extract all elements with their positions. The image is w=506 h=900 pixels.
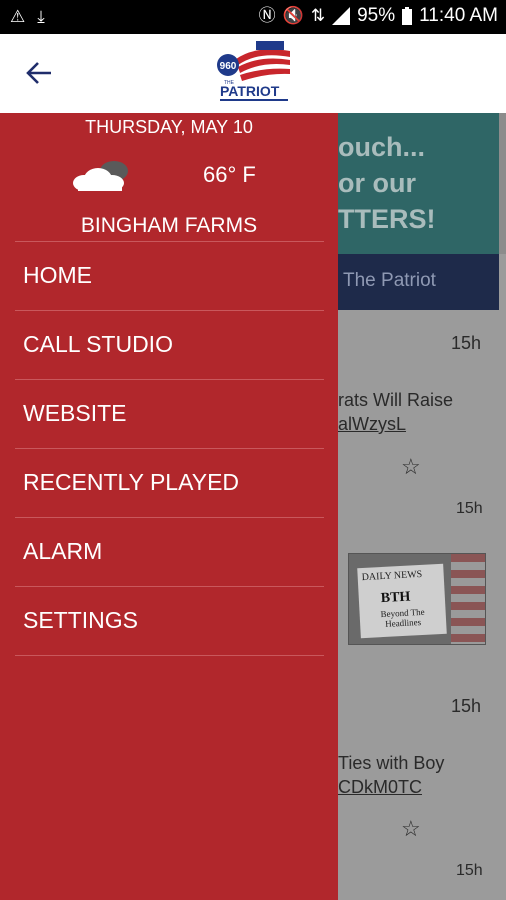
nfc-icon: Ⓝ [258, 6, 276, 25]
data-transfer-icon: ⇅ [310, 6, 326, 25]
logo-name: PATRIOT [220, 83, 280, 99]
warning-icon: ⚠ [10, 7, 26, 26]
scrollbar[interactable] [499, 113, 506, 254]
menu-item-label: WEBSITE [23, 400, 127, 426]
status-bar: ⚠ ⤓ Ⓝ 🔇 ⇅ 95% 11:40 AM [0, 0, 506, 34]
menu-item-website[interactable]: WEBSITE [0, 380, 338, 448]
post-timestamp: 15h [456, 500, 483, 517]
mute-icon: 🔇 [282, 6, 304, 25]
location: BINGHAM FARMS [80, 214, 258, 237]
logo-number: 960 [220, 61, 237, 72]
post-timestamp: 15h [456, 862, 483, 879]
menu-item-recently-played[interactable]: RECENTLY PLAYED [0, 449, 338, 517]
favorite-star-icon[interactable]: ☆ [401, 454, 421, 480]
battery-icon [402, 7, 413, 25]
drawer-date: THURSDAY, MAY 10 [85, 117, 253, 137]
menu-item-alarm[interactable]: ALARM [0, 518, 338, 586]
feed-tab-bar[interactable]: The Patriot [338, 254, 499, 310]
post-timestamp: 15h [451, 696, 482, 716]
battery-percent: 95% [357, 5, 396, 26]
signal-icon [332, 7, 351, 25]
back-arrow-icon[interactable] [22, 56, 56, 90]
the-patriot-logo[interactable]: 960 THE PATRIOT [216, 41, 292, 105]
menu-item-label: HOME [23, 262, 92, 288]
post-text: Ties with Boy [338, 753, 445, 773]
post-link[interactable]: alWzysL [338, 414, 406, 435]
post-link[interactable]: CDkM0TC [338, 777, 422, 798]
thumbnail-subtitle: Beyond The Headlines [380, 606, 425, 629]
thumbnail-bth: BTH [380, 589, 411, 607]
thumbnail-title: DAILY NEWS [361, 568, 423, 584]
banner-line-1: ouch... [338, 132, 425, 162]
banner-line-3: TTERS! [338, 204, 436, 234]
temperature: 66° F [203, 162, 256, 187]
clock: 11:40 AM [419, 5, 498, 26]
menu-item-label: SETTINGS [23, 607, 139, 633]
promo-banner[interactable]: ouch... or our TTERS! [338, 113, 506, 254]
tab-the-patriot[interactable]: The Patriot [343, 270, 436, 292]
menu-item-call-studio[interactable]: CALL STUDIO [0, 311, 338, 379]
menu-item-label: CALL STUDIO [23, 331, 173, 357]
app-bar: 960 THE PATRIOT [0, 34, 506, 113]
favorite-star-icon[interactable]: ☆ [401, 816, 421, 842]
menu-item-home[interactable]: HOME [0, 242, 338, 310]
cloudy-icon [73, 161, 128, 191]
menu-item-settings[interactable]: SETTINGS [0, 587, 338, 655]
daily-news-thumbnail[interactable]: DAILY NEWS BTH Beyond The Headlines [348, 553, 486, 645]
post-text: rats Will Raise [338, 390, 454, 410]
menu-item-label: RECENTLY PLAYED [23, 469, 240, 495]
post-timestamp: 15h [451, 333, 482, 353]
navigation-drawer: THURSDAY, MAY 10 66° F BINGHAM FARMS HOM… [0, 113, 338, 900]
download-icon: ⤓ [37, 7, 45, 26]
menu-item-label: ALARM [23, 538, 103, 564]
banner-line-2: or our [338, 168, 416, 198]
divider [15, 655, 324, 656]
